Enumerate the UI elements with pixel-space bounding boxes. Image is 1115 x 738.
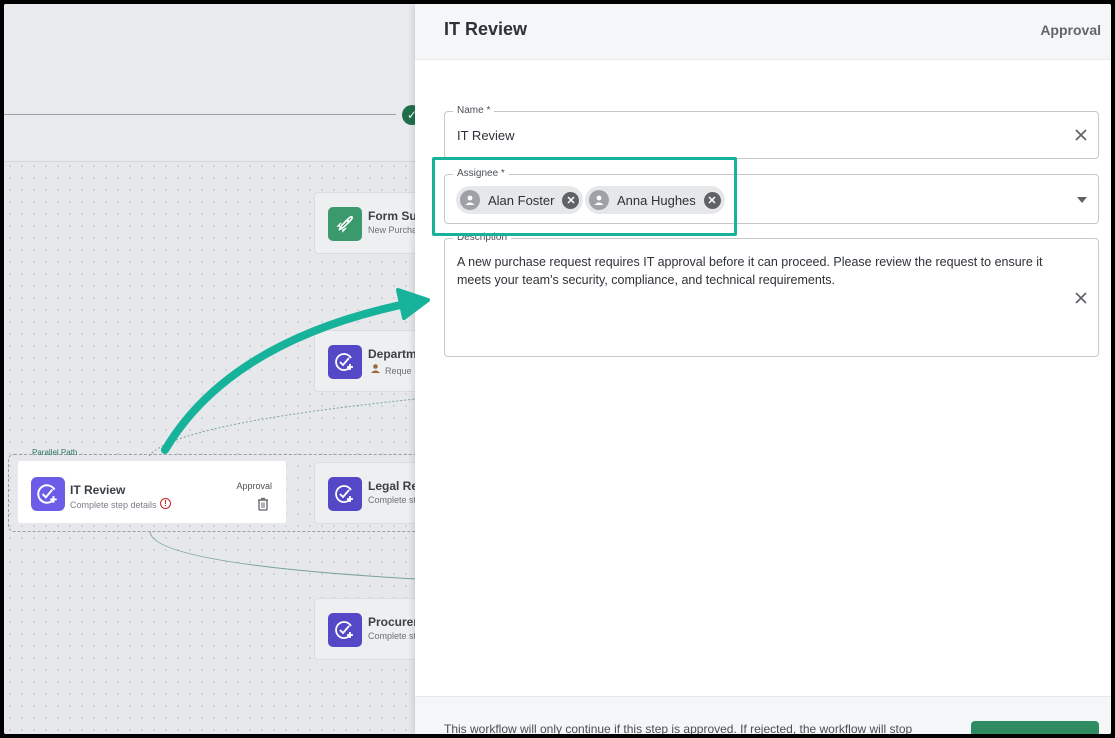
assignee-chip-label: Anna Hughes [617,192,696,208]
card-type-badge: Approval [236,481,272,491]
connector-curves [148,398,416,580]
panel-header: IT Review Approval [415,4,1111,60]
description-field-label: Description [453,232,512,243]
panel-step-type: Approval [1040,22,1101,38]
name-field-label: Name * [453,105,495,116]
card-title: IT Review [70,483,126,497]
remove-chip-icon[interactable] [703,191,721,209]
description-field[interactable]: Description A new purchase request requi… [444,232,1099,357]
remove-chip-icon[interactable] [562,191,580,209]
name-field-value[interactable]: IT Review [457,128,515,143]
app-frame: ✓ Form Su New Purcha Departm Reque Legal… [4,4,1111,734]
trash-icon[interactable] [257,497,269,511]
person-icon [460,190,480,210]
card-subtitle: Complete step details [70,500,157,510]
save-button[interactable] [971,721,1099,734]
assignee-chip[interactable]: Anna Hughes [585,186,725,214]
assignee-chip-label: Alan Foster [488,192,555,208]
person-icon [589,190,609,210]
assignee-field-label: Assignee * [453,168,509,179]
name-field[interactable]: Name * IT Review [444,105,1099,159]
assignee-chip[interactable]: Alan Foster [456,186,584,214]
panel-title: IT Review [444,19,528,39]
assignee-field[interactable]: Assignee * Alan Foster Anna Hughes [444,168,1099,224]
description-text[interactable]: A new purchase request requires IT appro… [457,253,1057,289]
clear-name-icon[interactable] [1072,126,1090,144]
warning-icon: ! [160,498,171,509]
step-details-panel: IT Review Approval Name * IT Review Assi… [415,4,1111,734]
clear-description-icon[interactable] [1072,289,1090,307]
check-plus-icon [31,477,65,511]
it-review-card[interactable]: IT Review Complete step details ! Approv… [18,461,286,523]
dropdown-arrow-icon[interactable] [1076,195,1088,205]
parallel-path-label: Parallel Path [32,448,78,457]
workflow-canvas[interactable]: ✓ Form Su New Purcha Departm Reque Legal… [4,4,454,734]
panel-footer: This workflow will only continue if this… [415,696,1111,734]
footer-note: This workflow will only continue if this… [444,722,913,734]
